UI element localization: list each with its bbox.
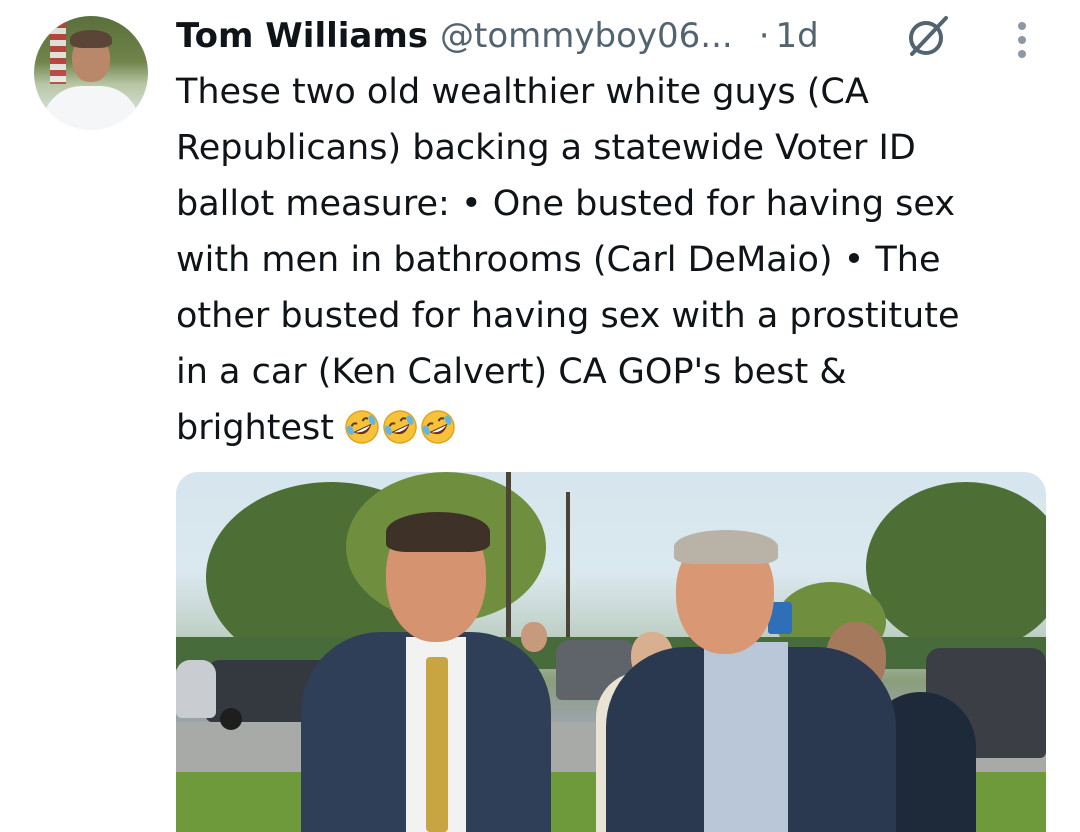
avatar[interactable] [34, 16, 148, 130]
avatar-hair [70, 30, 112, 48]
timestamp[interactable]: 1d [776, 16, 819, 56]
photo-man-right-shirt [704, 642, 788, 832]
more-options-icon[interactable] [1008, 14, 1036, 62]
tweet-text-line: These two old wealthier white guys (CA [176, 72, 869, 112]
grok-icon[interactable] [904, 12, 952, 60]
rolling-laughing-emoji-icon [383, 410, 417, 444]
tweet-text-line: ballot measure: • One busted for having … [176, 184, 956, 224]
photo-man-right-hair [674, 530, 778, 564]
tweet-photo[interactable] [176, 472, 1046, 832]
photo-wheel [220, 708, 242, 730]
tweet-text: These two old wealthier white guys (CA R… [176, 64, 1056, 456]
photo-man-left-tie [426, 657, 448, 832]
author-handle[interactable]: @tommyboy06... [440, 16, 733, 56]
rolling-laughing-emoji-icon [421, 410, 455, 444]
photo-bystander [521, 622, 547, 652]
photo-man-left-hair [386, 512, 490, 552]
tweet-text-line: other busted for having sex with a prost… [176, 296, 960, 336]
tweet-text-line: in a car (Ken Calvert) CA GOP's best & [176, 352, 847, 392]
separator-dot: · [758, 16, 770, 56]
avatar-shirt [42, 86, 140, 130]
avatar-flag [50, 22, 66, 84]
tweet-header: Tom Williams @tommyboy06... · 1d [176, 8, 819, 64]
photo-car [176, 660, 216, 718]
rolling-laughing-emoji-icon [345, 410, 379, 444]
tweet-text-line: Republicans) backing a statewide Voter I… [176, 128, 916, 168]
photo-tree [866, 482, 1046, 652]
photo-pole [506, 472, 511, 652]
tweet-text-last-line: brightest [176, 400, 1056, 456]
photo-pole [566, 492, 570, 652]
tweet-text-line: brightest [176, 408, 334, 448]
author-name[interactable]: Tom Williams [176, 16, 428, 56]
tweet-text-line: with men in bathrooms (Carl DeMaio) • Th… [176, 240, 941, 280]
